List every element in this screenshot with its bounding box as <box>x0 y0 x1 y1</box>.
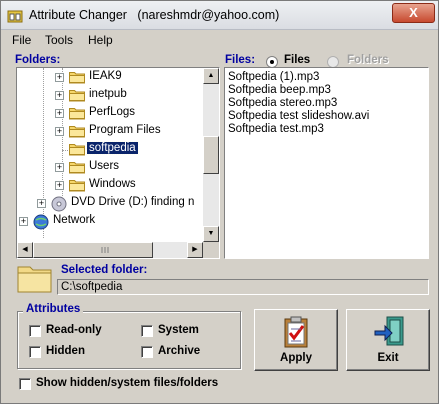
tree-expand-icon[interactable]: + <box>19 217 28 226</box>
selected-folder-label: Selected folder: <box>61 264 148 276</box>
scroll-right-icon[interactable]: ▶ <box>187 242 203 258</box>
scroll-left-icon[interactable]: ◀ <box>17 242 33 258</box>
tree-expand-icon[interactable]: + <box>55 91 64 100</box>
app-icon <box>7 10 23 23</box>
tree-item-label: PerfLogs <box>89 106 136 118</box>
tree-item-label: DVD Drive (D:) finding n <box>71 196 195 208</box>
attributes-title: Attributes <box>23 303 84 315</box>
system-checkbox[interactable] <box>141 325 153 337</box>
hidden-label[interactable]: Hidden <box>46 345 85 357</box>
apply-button[interactable]: Apply <box>254 309 338 371</box>
scroll-corner <box>203 242 219 258</box>
selected-folder-path-field: C:\softpedia <box>57 279 429 295</box>
folder-icon <box>69 144 85 156</box>
tree-scroll-thumb[interactable] <box>203 136 219 174</box>
folders-radio-label[interactable]: Folders <box>347 54 389 66</box>
read-only-checkbox[interactable] <box>29 325 41 337</box>
tree-hscroll-thumb[interactable] <box>33 242 153 258</box>
attributes-group <box>17 311 241 369</box>
tree-expand-icon[interactable]: + <box>37 199 46 208</box>
window-title: Attribute Changer (nareshmdr@yahoo.com) <box>29 8 279 22</box>
tree-item[interactable]: + PerfLogs <box>17 105 203 123</box>
folder-icon <box>69 126 85 138</box>
tree-item[interactable]: + IEAK9 <box>17 69 203 87</box>
tree-expand-icon[interactable]: + <box>55 181 64 190</box>
tree-expand-icon[interactable]: + <box>55 73 64 82</box>
tree-item-label: IEAK9 <box>89 70 122 82</box>
file-list-item[interactable]: Softpedia stereo.mp3 <box>228 97 337 109</box>
close-button[interactable]: X <box>392 3 435 23</box>
menu-tools[interactable]: Tools <box>45 33 73 47</box>
show-hidden-checkbox[interactable] <box>19 378 31 390</box>
tree-vertical-scrollbar[interactable]: ▲ ▼ <box>203 68 219 242</box>
tree-item-label: Windows <box>89 178 136 190</box>
menu-bar: File Tools Help <box>1 30 438 50</box>
file-list-item[interactable]: Softpedia beep.mp3 <box>228 84 331 96</box>
file-list-item[interactable]: Softpedia (1).mp3 <box>228 71 319 83</box>
tree-horizontal-scrollbar[interactable]: ◀ ▶ <box>17 242 203 258</box>
files-label: Files: <box>225 54 256 66</box>
tree-item[interactable]: softpedia <box>17 141 203 159</box>
dvd-drive-icon <box>51 196 67 212</box>
tree-expand-icon[interactable]: + <box>55 127 64 136</box>
menu-file[interactable]: File <box>12 33 31 47</box>
selected-folder-path: C:\softpedia <box>61 281 123 293</box>
grip-icon <box>101 247 109 253</box>
scroll-up-icon[interactable]: ▲ <box>203 68 219 84</box>
tree-item[interactable]: + Users <box>17 159 203 177</box>
exit-door-icon <box>374 316 404 346</box>
folder-icon <box>69 162 85 174</box>
system-label[interactable]: System <box>158 324 199 336</box>
window-title-app: Attribute Changer <box>29 8 127 22</box>
tree-item-label: inetpub <box>89 88 127 100</box>
file-list-item[interactable]: Softpedia test slideshow.avi <box>228 110 369 122</box>
tree-item-label: Program Files <box>89 124 161 136</box>
folder-icon <box>69 180 85 192</box>
app-window: Attribute Changer (nareshmdr@yahoo.com) … <box>0 0 439 404</box>
folder-icon <box>69 90 85 102</box>
folder-icon <box>69 108 85 120</box>
show-hidden-label[interactable]: Show hidden/system files/folders <box>36 377 218 389</box>
folder-tree[interactable]: + IEAK9 + inetpub + PerfLogs + Program Files sof… <box>16 67 220 259</box>
file-list-item[interactable]: Softpedia test.mp3 <box>228 123 324 135</box>
tree-item[interactable]: + Program Files <box>17 123 203 141</box>
read-only-label[interactable]: Read-only <box>46 324 102 336</box>
folders-label: Folders: <box>15 54 61 66</box>
tree-item-label: Users <box>89 160 120 172</box>
menu-help[interactable]: Help <box>88 33 113 47</box>
archive-checkbox[interactable] <box>141 346 153 358</box>
exit-label: Exit <box>377 352 399 364</box>
files-radio-label[interactable]: Files <box>284 54 310 66</box>
exit-button[interactable]: Exit <box>346 309 430 371</box>
hidden-checkbox[interactable] <box>29 346 41 358</box>
tree-item[interactable]: + Windows <box>17 177 203 195</box>
folder-icon <box>69 72 85 84</box>
scroll-down-icon[interactable]: ▼ <box>203 226 219 242</box>
tree-item-label: softpedia <box>86 141 139 155</box>
apply-label: Apply <box>280 352 312 364</box>
tree-expand-icon[interactable]: + <box>55 163 64 172</box>
network-icon <box>33 214 49 230</box>
tree-item[interactable]: + inetpub <box>17 87 203 105</box>
title-bar[interactable]: Attribute Changer (nareshmdr@yahoo.com) … <box>1 1 438 30</box>
folder-icon <box>17 266 52 293</box>
clipboard-check-icon <box>284 316 308 348</box>
tree-item[interactable]: + DVD Drive (D:) finding n <box>17 195 203 213</box>
tree-item[interactable]: + Network <box>17 213 203 231</box>
window-title-email: (nareshmdr@yahoo.com) <box>137 8 280 22</box>
tree-item-label: Network <box>53 214 96 226</box>
archive-label[interactable]: Archive <box>158 345 200 357</box>
files-list[interactable]: Softpedia (1).mp3 Softpedia beep.mp3 Softp… <box>224 67 429 259</box>
tree-expand-icon[interactable]: + <box>55 109 64 118</box>
